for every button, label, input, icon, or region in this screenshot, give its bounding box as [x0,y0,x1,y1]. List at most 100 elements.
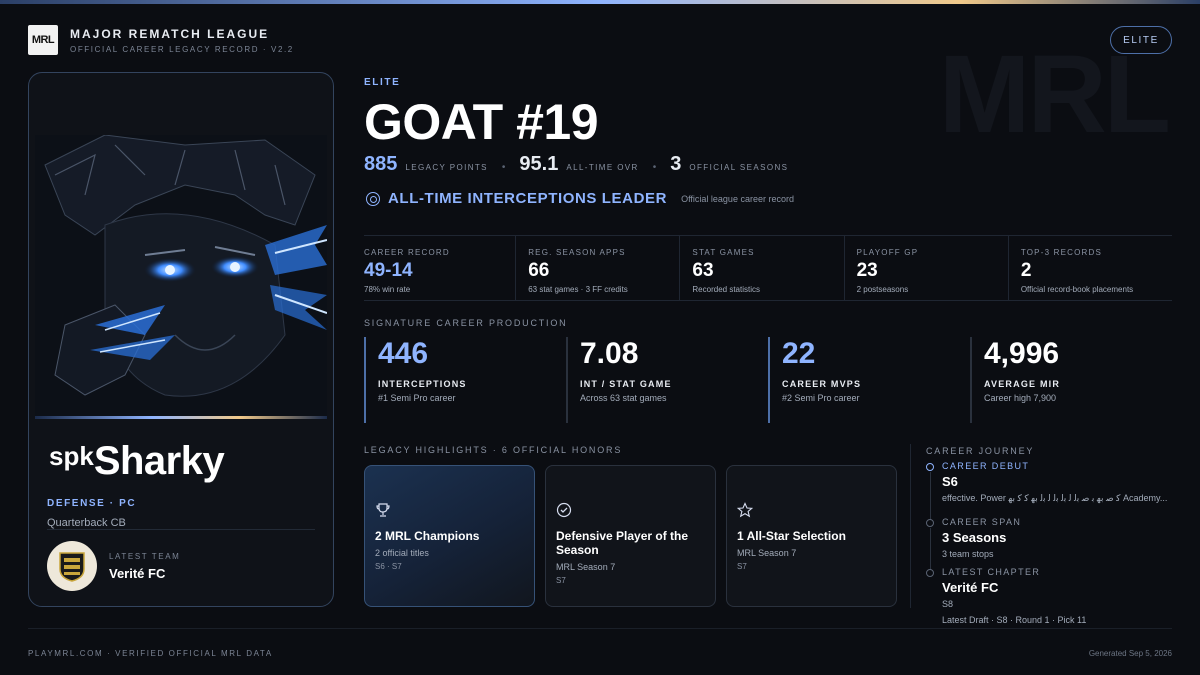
record-cell: STAT GAMES 63 Recorded statistics [679,236,843,300]
production-sub: Across 63 stat games [580,393,667,403]
honor-seasons: S7 [556,575,566,585]
journey-step-sub: S8 [942,599,954,609]
journey-step-sub: 3 team stops [942,549,994,559]
journey-step-value: S6 [942,474,958,489]
top-accent-bar [0,0,1200,4]
production-sub: Career high 7,900 [984,393,1057,403]
journey-step-label: CAREER DEBUT [942,461,1030,471]
record-sub: 2 postseasons [856,285,909,294]
tier-badge[interactable]: ELITE [1110,26,1172,54]
production-value: 446 [378,337,429,370]
separator-dot: • [652,162,657,173]
journey-divider [910,444,911,608]
record-label: STAT GAMES [692,248,755,257]
production-value: 22 [782,337,816,370]
trophy-icon [376,503,390,517]
honor-card[interactable]: 1 All-Star Selection MRL Season 7 S7 [726,465,897,607]
production-label: AVERAGE MIR [984,379,1061,389]
separator-dot: • [501,162,506,173]
leader-title: ALL-TIME INTERCEPTIONS LEADER [388,190,668,207]
journey-step-value: 3 Seasons [942,530,1007,545]
honor-title: Defensive Player of the Season [556,529,689,557]
legacy-points-value: 885 [364,153,398,175]
production-item: 446 INTERCEPTIONS #1 Semi Pro career [364,337,566,423]
journey-step-latest: LATEST CHAPTER Verité FC S8 Latest Draft… [926,567,1174,625]
card-accent-bar [35,416,327,419]
ovr-label: ALL-TIME OVR [566,163,639,172]
footer-source[interactable]: PLAYMRL.COM · VERIFIED OFFICIAL MRL DATA [28,649,273,658]
player-role: Quarterback CB [47,517,126,529]
production-value: 7.08 [580,337,639,370]
leader-badge: ALL-TIME INTERCEPTIONS LEADER Official l… [366,190,794,207]
team-crest-icon [59,552,85,582]
honors-list: 2 MRL Champions 2 official titles S6 · S… [364,465,897,607]
timeline-dot [926,519,934,527]
latest-team-label: LATEST TEAM [109,552,181,561]
honor-title: 1 All-Star Selection [737,529,846,543]
league-subtitle: OFFICIAL CAREER LEGACY RECORD · V2.2 [70,44,294,54]
record-sub: Recorded statistics [692,285,760,294]
honor-seasons: S6 · S7 [375,561,402,571]
timeline-line [929,472,931,522]
target-icon [366,191,380,206]
record-value: 66 [528,260,550,281]
career-journey: CAREER DEBUT S6 effective. Power ﮐ ﺻ ﺑﮭ … [926,461,1174,625]
honor-sub: MRL Season 7 [556,561,616,572]
honors-section-label: LEGACY HIGHLIGHTS · 6 OFFICIAL HONORS [364,445,623,455]
record-cell: REG. SEASON APPS 66 63 stat games · 3 FF… [515,236,679,300]
journey-step-label: CAREER SPAN [942,517,1022,527]
journey-step-value[interactable]: Verité FC [942,580,1174,595]
record-value: 2 [1020,260,1032,281]
footer-divider [28,628,1172,629]
timeline-dot [926,463,934,471]
record-sub: 63 stat games · 3 FF credits [528,285,628,294]
honor-card[interactable]: Defensive Player of the Season MRL Seaso… [545,465,716,607]
production-sub: #2 Semi Pro career [782,393,860,403]
record-label: CAREER RECORD [364,248,450,257]
record-cell: CAREER RECORD 49-14 78% win rate [364,236,515,300]
record-cell: PLAYOFF GP 23 2 postseasons [843,236,1008,300]
production-item: 4,996 AVERAGE MIR Career high 7,900 [970,337,1172,423]
production-label: CAREER MVPS [782,379,862,389]
page-title: GOAT #19 [364,94,599,150]
record-sub: Official record-book placements [1020,285,1134,294]
player-name-prefix: spk [49,441,94,471]
journey-step-debut: CAREER DEBUT S6 effective. Power ﮐ ﺻ ﺑﮭ … [926,461,1174,522]
honor-card[interactable]: 2 MRL Champions 2 official titles S6 · S… [364,465,535,607]
ovr-value: 95.1 [519,153,559,175]
latest-draft: Latest Draft · S8 · Round 1 · Pick 11 [942,615,1087,625]
seasons-label: OFFICIAL SEASONS [689,163,789,172]
production-value: 4,996 [984,337,1060,370]
record-value: 63 [692,260,714,281]
honor-sub: MRL Season 7 [737,547,797,558]
player-name-main: Sharky [93,439,225,483]
record-label: REG. SEASON APPS [528,248,626,257]
key-stats: 885 LEGACY POINTS • 95.1 ALL-TIME OVR • … [364,153,788,176]
record-value: 23 [856,260,878,281]
journey-step-sub: effective. Power ﮐ ﺻ ﺑﮭ ﺑ ﺻ ﺑﻟ ﻟ ﺑﻟ ﺑﻟ ﻟ… [942,493,1168,503]
record-cell: TOP-3 RECORDS 2 Official record-book pla… [1007,236,1172,300]
card-divider [47,529,315,530]
header: MRL MAJOR REMATCH LEAGUE OFFICIAL CAREER… [28,25,294,55]
production-sub: #1 Semi Pro career [378,393,456,403]
player-position: DEFENSE · PC [47,498,137,509]
timeline-line [929,528,931,572]
league-name: MAJOR REMATCH LEAGUE [70,26,270,41]
journey-section-label: CAREER JOURNEY [926,446,1035,456]
production-label: INTERCEPTIONS [378,379,467,389]
player-portrait [35,135,327,417]
latest-team-name[interactable]: Verité FC [109,566,165,581]
team-logo[interactable] [47,541,97,591]
journey-step-label: LATEST CHAPTER [942,567,1041,577]
anime-portrait-art [35,135,327,417]
record-value: 49-14 [364,260,413,281]
tier-label: ELITE [364,77,401,88]
footer-generated: Generated Sep 5, 2026 [1088,649,1172,658]
league-logo: MRL [28,25,58,55]
production-item: 7.08 INT / STAT GAME Across 63 stat game… [566,337,768,423]
production-row: 446 INTERCEPTIONS #1 Semi Pro career 7.0… [364,337,1172,423]
record-label: TOP-3 RECORDS [1020,248,1103,257]
record-label: PLAYOFF GP [856,248,919,257]
production-item: 22 CAREER MVPS #2 Semi Pro career [768,337,970,423]
production-label: INT / STAT GAME [580,379,672,389]
